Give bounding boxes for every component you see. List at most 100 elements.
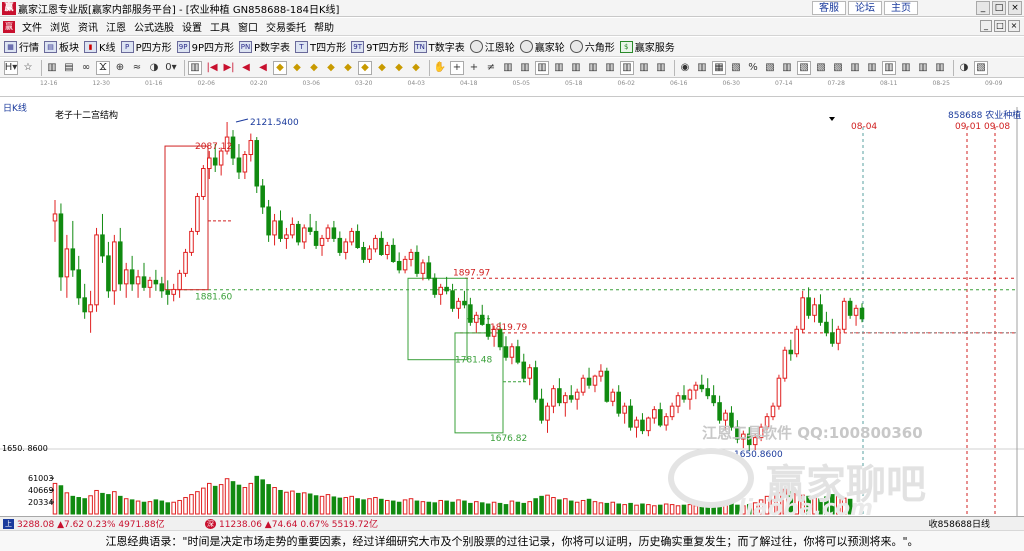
drawing-tool-13-icon[interactable]: ◀	[239, 61, 253, 75]
drawing-tool-39-icon[interactable]: ▥	[695, 61, 709, 75]
menu-file[interactable]: 文件	[18, 19, 46, 34]
homepage-link[interactable]: 主页	[884, 1, 918, 15]
drawing-tool-41-icon[interactable]: ▧	[729, 61, 743, 75]
toolbar-label: 赢家轮	[534, 43, 565, 54]
drawing-tool-36-icon[interactable]: ▥	[637, 61, 651, 75]
toolbar-gann-wheel-button[interactable]: 江恩轮	[469, 39, 515, 54]
drawing-tool-49-icon[interactable]: ▥	[865, 61, 879, 75]
drawing-tool-4-icon[interactable]: ∞	[79, 61, 93, 75]
drawing-tool-55-icon[interactable]: ▧	[974, 60, 988, 75]
toolbar-9p-square-button[interactable]: 9P 9P四方形	[176, 39, 234, 54]
drawing-tool-25-icon[interactable]: +	[450, 60, 464, 75]
drawing-tool-1-icon[interactable]: ☆	[21, 61, 35, 75]
drawing-tool-24-icon[interactable]: ✋	[433, 61, 447, 75]
drawing-tool-35-icon[interactable]: ▥	[620, 60, 634, 75]
child-restore-button[interactable]: □	[994, 20, 1006, 32]
forum-link[interactable]: 论坛	[848, 1, 882, 15]
drawing-tool-14-icon[interactable]: ◀	[256, 61, 270, 75]
toolbar-t-number-table-button[interactable]: TN T数字表	[413, 39, 465, 54]
menu-help[interactable]: 帮助	[310, 19, 338, 34]
drawing-tool-50-icon[interactable]: ▥	[882, 60, 896, 75]
drawing-tool-20-icon[interactable]: ◆	[358, 60, 372, 75]
menu-window[interactable]: 窗口	[234, 19, 262, 34]
drawing-tool-44-icon[interactable]: ▥	[780, 61, 794, 75]
shanghai-index-text[interactable]: 3288.08 ▲7.62 0.23% 4971.88亿	[17, 517, 202, 530]
toolbar-kline-button[interactable]: ▮ K线	[84, 39, 116, 54]
menu-browse[interactable]: 浏览	[46, 19, 74, 34]
drawing-tool-34-icon[interactable]: ▥	[603, 61, 617, 75]
drawing-tool-42-icon[interactable]: %	[746, 61, 760, 75]
drawing-tool-15-icon[interactable]: ◆	[273, 60, 287, 75]
drawing-tool-5-icon[interactable]: Ϫ	[96, 60, 110, 75]
drawing-tool-11-icon[interactable]: |◀	[205, 61, 219, 75]
drawing-tool-2-icon[interactable]: ▥	[45, 61, 59, 75]
volume-bar	[319, 495, 325, 515]
drawing-tool-3-icon[interactable]: ▤	[62, 61, 76, 75]
drawing-tool-23-icon[interactable]: ◆	[409, 61, 423, 75]
volume-bar	[343, 497, 349, 515]
drawing-tool-19-icon[interactable]: ◆	[341, 61, 355, 75]
drawing-tool-10-icon[interactable]: ▥	[188, 60, 202, 75]
drawing-tool-16-icon[interactable]: ◆	[290, 61, 304, 75]
period-label[interactable]: 日K线	[3, 101, 27, 114]
toolbar-p-number-table-button[interactable]: PN P数字表	[239, 39, 290, 54]
maximize-button[interactable]: □	[992, 1, 1006, 15]
drawing-tool-8-icon[interactable]: ◑	[147, 61, 161, 75]
drawing-tool-37-icon[interactable]: ▥	[654, 61, 668, 75]
toolbar-winner-wheel-button[interactable]: 赢家轮	[519, 39, 565, 54]
chart-menu-triangle-icon[interactable]	[829, 117, 835, 121]
drawing-tool-17-icon[interactable]: ◆	[307, 61, 321, 75]
drawing-tool-28-icon[interactable]: ▥	[501, 61, 515, 75]
drawing-tool-51-icon[interactable]: ▥	[899, 61, 913, 75]
menu-settings[interactable]: 设置	[178, 19, 206, 34]
menu-tools[interactable]: 工具	[206, 19, 234, 34]
candle-body	[592, 375, 598, 386]
drawing-tool-48-icon[interactable]: ▥	[848, 61, 862, 75]
drawing-tool-29-icon[interactable]: ▥	[518, 61, 532, 75]
menu-formula-select[interactable]: 公式选股	[130, 19, 178, 34]
menu-info[interactable]: 资讯	[74, 19, 102, 34]
drawing-tool-6-icon[interactable]: ⊕	[113, 61, 127, 75]
close-button[interactable]: ×	[1008, 1, 1022, 15]
toolbar-t-square-button[interactable]: T T四方形	[295, 39, 346, 54]
drawing-tool-52-icon[interactable]: ▥	[916, 61, 930, 75]
toolbar-9t-square-button[interactable]: 9T 9T四方形	[351, 39, 409, 54]
drawing-tool-0-icon[interactable]: H▾	[4, 60, 18, 75]
candle-body	[236, 157, 242, 173]
drawing-tool-46-icon[interactable]: ▧	[814, 61, 828, 75]
drawing-tool-47-icon[interactable]: ▧	[831, 61, 845, 75]
volume-bar	[159, 500, 165, 515]
drawing-tool-27-icon[interactable]: ≠	[484, 61, 498, 75]
customer-service-link[interactable]: 客服	[812, 1, 846, 15]
drawing-tool-26-icon[interactable]: +	[467, 61, 481, 75]
drawing-tool-9-icon[interactable]: 0▾	[164, 61, 178, 75]
drawing-tool-30-icon[interactable]: ▥	[535, 60, 549, 75]
toolbar-winner-service-button[interactable]: $ 赢家服务	[619, 39, 675, 54]
drawing-tool-12-icon[interactable]: ▶|	[222, 61, 236, 75]
candle-body	[171, 288, 176, 295]
candle-body	[634, 419, 639, 428]
minimize-button[interactable]: _	[976, 1, 990, 15]
child-minimize-button[interactable]: _	[980, 20, 992, 32]
menu-gann[interactable]: 江恩	[102, 19, 130, 34]
drawing-tool-7-icon[interactable]: ≈	[130, 61, 144, 75]
drawing-tool-54-icon[interactable]: ◑	[957, 61, 971, 75]
shenzhen-index-text[interactable]: 11238.06 ▲74.64 0.67% 5519.72亿	[219, 517, 779, 530]
toolbar-p-square-button[interactable]: P P四方形	[120, 39, 172, 54]
drawing-tool-53-icon[interactable]: ▥	[933, 61, 947, 75]
drawing-tool-40-icon[interactable]: ▦	[712, 60, 726, 75]
drawing-tool-18-icon[interactable]: ◆	[324, 61, 338, 75]
menu-trade[interactable]: 交易委托	[262, 19, 310, 34]
drawing-tool-21-icon[interactable]: ◆	[375, 61, 389, 75]
drawing-tool-38-icon[interactable]: ◉	[678, 61, 692, 75]
toolbar-hexagon-button[interactable]: 六角形	[569, 39, 615, 54]
child-close-button[interactable]: ×	[1008, 20, 1020, 32]
toolbar-block-button[interactable]: ▤ 板块	[44, 39, 79, 54]
drawing-tool-33-icon[interactable]: ▥	[586, 61, 600, 75]
drawing-tool-31-icon[interactable]: ▥	[552, 61, 566, 75]
drawing-tool-45-icon[interactable]: ▧	[797, 60, 811, 75]
toolbar-quotes-button[interactable]: ▦ 行情	[4, 39, 39, 54]
drawing-tool-22-icon[interactable]: ◆	[392, 61, 406, 75]
drawing-tool-32-icon[interactable]: ▥	[569, 61, 583, 75]
drawing-tool-43-icon[interactable]: ▧	[763, 61, 777, 75]
